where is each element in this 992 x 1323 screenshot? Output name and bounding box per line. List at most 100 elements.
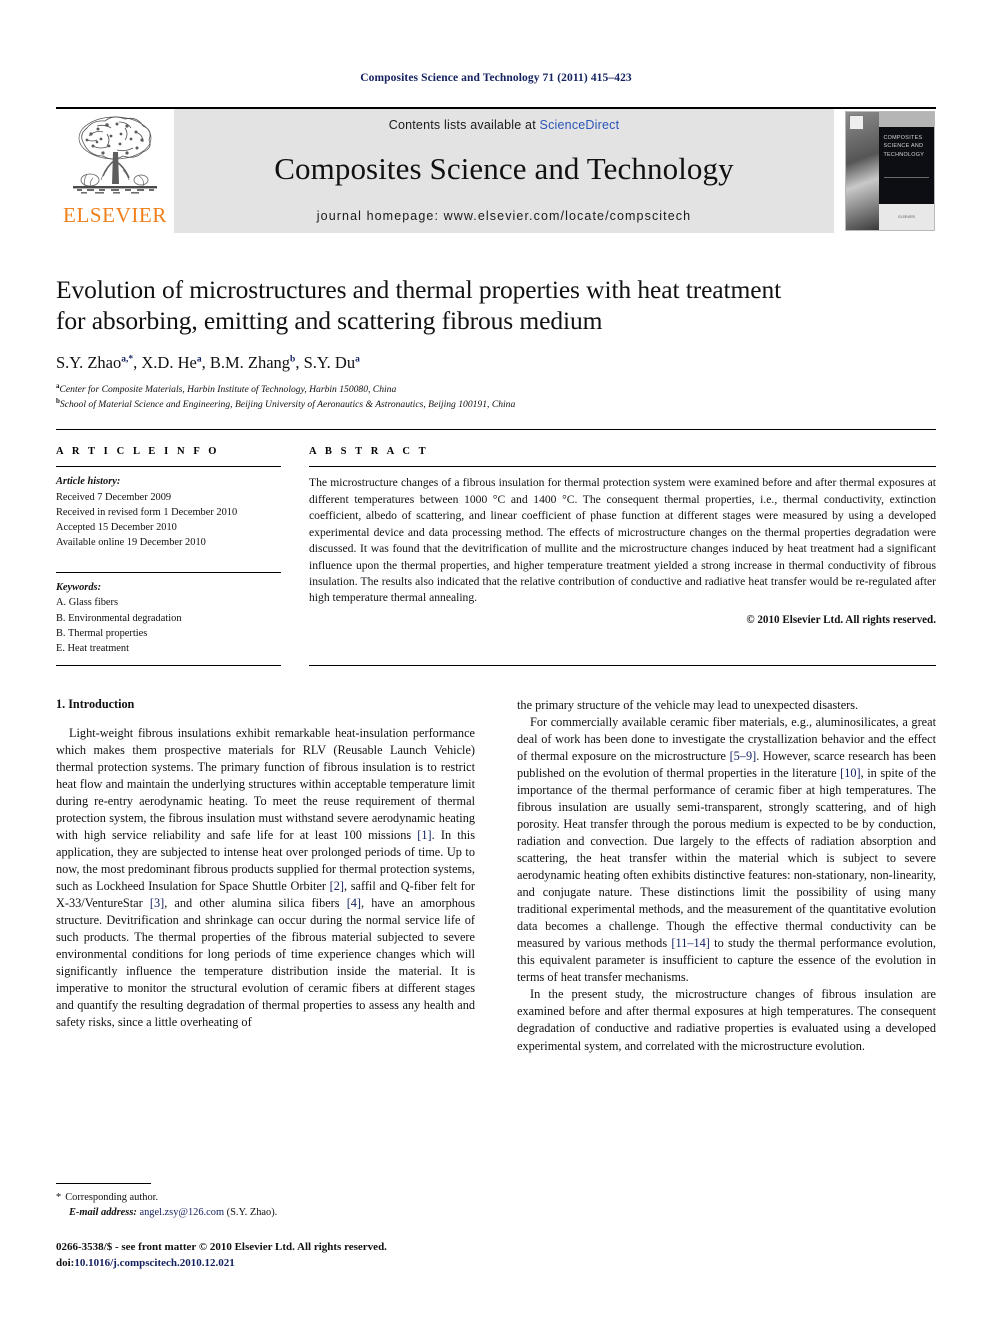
- article-info-divider: [56, 466, 281, 468]
- sciencedirect-link[interactable]: ScienceDirect: [540, 118, 620, 132]
- issn-copyright-line: 0266-3538/$ - see front matter © 2010 El…: [56, 1241, 387, 1253]
- footnote-divider: [56, 1183, 151, 1184]
- footnote-corresponding-line: * Corresponding author.: [56, 1191, 461, 1206]
- paper-title-line-2: for absorbing, emitting and scattering f…: [56, 306, 603, 336]
- history-item: Received in revised form 1 December 2010: [56, 506, 238, 518]
- keywords-label: Keywords:: [56, 582, 102, 594]
- paper-page: Composites Science and Technology 71 (20…: [0, 0, 992, 1323]
- email-owner: (S.Y. Zhao).: [226, 1206, 278, 1218]
- affiliation-list: aCenter for Composite Materials, Harbin …: [56, 382, 936, 412]
- citation-reference[interactable]: [1]: [417, 828, 431, 842]
- corresponding-author-text: Corresponding author.: [65, 1192, 159, 1203]
- body-paragraph: In the present study, the microstructure…: [517, 987, 936, 1053]
- history-item: Received 7 December 2009: [56, 491, 172, 503]
- paper-title-line-1: Evolution of microstructures and thermal…: [56, 275, 782, 304]
- cover-image: COMPOSITES SCIENCE AND TECHNOLOGY ELSEVI…: [845, 111, 935, 231]
- page-footer: 0266-3538/$ - see front matter © 2010 El…: [56, 1240, 476, 1272]
- corresponding-author-footnote: * Corresponding author. E-mail address: a…: [56, 1183, 461, 1221]
- keyword-item: B. Environmental degradation: [56, 612, 182, 624]
- cover-text-panel: COMPOSITES SCIENCE AND TECHNOLOGY ELSEVI…: [879, 112, 934, 230]
- keyword-item: A. Glass fibers: [56, 597, 119, 609]
- cover-photo: [846, 112, 880, 230]
- citation-reference[interactable]: [10]: [840, 766, 861, 780]
- citation-reference[interactable]: [5–9]: [730, 749, 757, 763]
- history-item: Available online 19 December 2010: [56, 537, 206, 549]
- copyright-notice: © 2010 Elsevier Ltd. All rights reserved…: [746, 613, 936, 626]
- title-block: Evolution of microstructures and thermal…: [56, 274, 936, 411]
- journal-title: Composites Science and Technology: [274, 150, 734, 186]
- contents-lists-line: Contents lists available at ScienceDirec…: [389, 118, 620, 132]
- section-title-introduction: 1. Introduction: [56, 697, 135, 712]
- elsevier-wordmark: ELSEVIER: [63, 203, 167, 227]
- article-info-heading: A R T I C L E I N F O: [56, 446, 220, 458]
- cover-publisher-label: ELSEVIER: [898, 214, 915, 219]
- elsevier-logo: ELSEVIER: [56, 109, 174, 233]
- running-head: Composites Science and Technology 71 (20…: [360, 72, 632, 84]
- abstract-heading: A B S T R A C T: [309, 446, 429, 458]
- author-list: S.Y. Zhaoa,*, X.D. Hea, B.M. Zhangb, S.Y…: [56, 352, 360, 372]
- journal-homepage-line[interactable]: journal homepage: www.elsevier.com/locat…: [317, 209, 691, 223]
- author-affiliation-marker: a,*: [121, 354, 134, 365]
- cover-publisher-strip: ELSEVIER: [879, 204, 934, 230]
- info-bottom-rule: [56, 665, 281, 667]
- article-info-column: A R T I C L E I N F O Article history: R…: [56, 446, 309, 656]
- author-affiliation-marker: a: [196, 354, 202, 365]
- keyword-item: E. Heat treatment: [56, 643, 129, 654]
- article-history-group: Article history: Received 7 December 200…: [56, 474, 281, 550]
- email-address-link[interactable]: angel.zsy@126.com: [139, 1207, 224, 1218]
- doi-prefix: doi:: [56, 1256, 75, 1269]
- footnote-email-line: E-mail address: angel.zsy@126.com (S.Y. …: [56, 1206, 461, 1221]
- body-column-right: the primary structure of the vehicle may…: [517, 697, 936, 1054]
- author-name: X.D. He: [141, 352, 197, 372]
- email-address-label: E-mail address:: [69, 1206, 137, 1218]
- citation-reference[interactable]: [11–14]: [671, 936, 709, 950]
- elsevier-tree-icon: [73, 116, 157, 194]
- body-columns: 1. Introduction Light-weight fibrous ins…: [56, 697, 936, 1054]
- doi-line: doi:10.1016/j.compscitech.2010.12.021: [56, 1256, 476, 1272]
- abstract-text: The microstructure changes of a fibrous …: [309, 476, 936, 605]
- doi-link[interactable]: 10.1016/j.compscitech.2010.12.021: [74, 1257, 234, 1269]
- info-abstract-region: A R T I C L E I N F O Article history: R…: [56, 446, 936, 656]
- cover-title-line-1: COMPOSITES: [883, 135, 923, 142]
- keywords-divider: [56, 572, 281, 574]
- header-divider: [56, 429, 936, 431]
- journal-banner-center: Contents lists available at ScienceDirec…: [174, 109, 834, 233]
- journal-header-banner: ELSEVIER Contents lists available at Sci…: [56, 107, 936, 233]
- history-item: Accepted 15 December 2010: [56, 521, 177, 533]
- cover-title-line-3: TECHNOLOGY: [883, 151, 925, 158]
- info-bottom-rule-wrap: [56, 665, 309, 667]
- affiliation-item: bSchool of Material Science and Engineer…: [56, 397, 936, 412]
- citation-reference[interactable]: [2]: [330, 879, 344, 893]
- abstract-bottom-rule: [309, 665, 936, 667]
- contents-prefix: Contents lists available at: [388, 118, 540, 132]
- author-affiliation-marker: b: [290, 354, 296, 365]
- cover-masthead: COMPOSITES SCIENCE AND TECHNOLOGY: [879, 127, 934, 205]
- citation-reference[interactable]: [4]: [347, 896, 361, 910]
- cover-title-line-2: SCIENCE AND: [883, 143, 924, 150]
- body-column-left: 1. Introduction Light-weight fibrous ins…: [56, 697, 475, 1054]
- keywords-group: Keywords: A. Glass fibers B. Environment…: [56, 580, 281, 656]
- body-paragraph: Light-weight fibrous insulations exhibit…: [56, 726, 476, 1030]
- abstract-column: A B S T R A C T The microstructure chang…: [309, 446, 936, 656]
- affiliation-text: Center for Composite Materials, Harbin I…: [59, 383, 397, 395]
- abstract-divider: [309, 466, 936, 468]
- author-name: S.Y. Du: [303, 352, 356, 372]
- keyword-item: B. Thermal properties: [56, 627, 148, 639]
- body-paragraph: the primary structure of the vehicle may…: [517, 698, 859, 713]
- author-name: S.Y. Zhao: [56, 352, 122, 372]
- body-paragraph: For commercially available ceramic fiber…: [517, 715, 936, 985]
- cover-divider: [884, 177, 929, 179]
- affiliation-text: School of Material Science and Engineeri…: [59, 398, 516, 410]
- citation-reference[interactable]: [3]: [150, 896, 164, 910]
- journal-cover-thumbnail: COMPOSITES SCIENCE AND TECHNOLOGY ELSEVI…: [844, 109, 936, 233]
- author-affiliation-marker: a: [355, 354, 360, 365]
- paper-title: Evolution of microstructures and thermal…: [56, 274, 936, 337]
- asterisk-icon: *: [56, 1192, 62, 1203]
- author-name: B.M. Zhang: [209, 352, 291, 372]
- abstract-bottom-rules: [56, 665, 936, 667]
- article-history-label: Article history:: [56, 476, 121, 488]
- cover-top-strip: [879, 112, 934, 128]
- footnote-body: * Corresponding author. E-mail address: a…: [56, 1191, 461, 1221]
- abstract-bottom-rule-wrap: [309, 665, 936, 667]
- affiliation-item: aCenter for Composite Materials, Harbin …: [56, 382, 936, 397]
